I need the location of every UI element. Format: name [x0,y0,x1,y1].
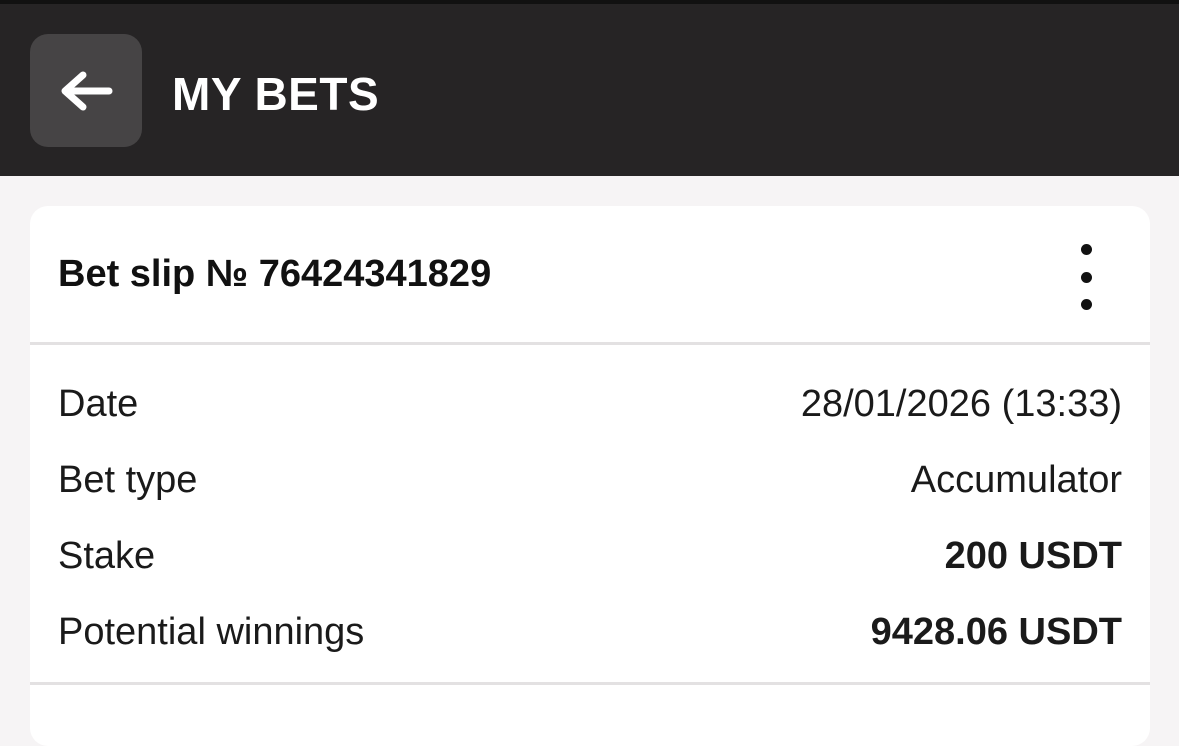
detail-label: Bet type [58,458,198,501]
back-button[interactable] [30,34,142,147]
bet-details: Date 28/01/2026 (13:33) Bet type Accumul… [58,366,1122,670]
more-vertical-icon [1080,299,1092,310]
bet-slip-header: Bet slip № 76424341829 [30,206,1150,345]
detail-label: Stake [58,534,156,577]
top-bar: MY BETS [0,0,1179,176]
bet-slip-card: Bet slip № 76424341829 Date 28/01/2026 (… [30,206,1150,746]
divider [30,682,1150,685]
bet-slip-title: Bet slip № 76424341829 [58,253,492,295]
page-title: MY BETS [172,68,380,120]
more-vertical-icon [1080,244,1092,255]
detail-row-potential-winnings: Potential winnings 9428.06 USDT [58,594,1122,670]
detail-row-bet-type: Bet type Accumulator [58,442,1122,518]
arrow-left-icon [61,71,113,110]
detail-label: Potential winnings [58,610,365,653]
detail-value: 9428.06 USDT [870,610,1122,653]
detail-label: Date [58,382,139,425]
detail-value: 28/01/2026 (13:33) [800,382,1122,425]
detail-row-date: Date 28/01/2026 (13:33) [58,366,1122,442]
more-vertical-icon [1080,271,1092,283]
more-options-button[interactable] [1066,244,1106,310]
detail-value: 200 USDT [944,534,1122,577]
detail-row-stake: Stake 200 USDT [58,518,1122,594]
detail-value: Accumulator [910,458,1122,501]
